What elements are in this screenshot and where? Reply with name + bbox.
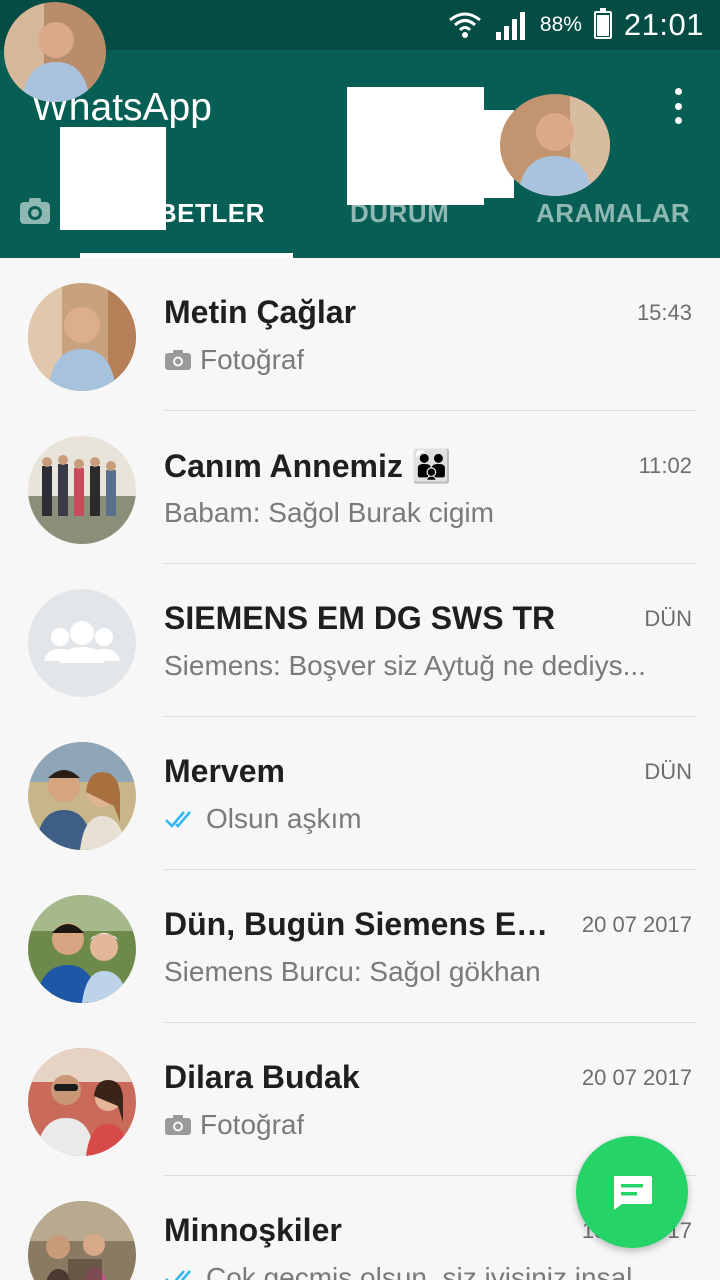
redaction-box — [60, 127, 166, 230]
chat-name: Canım Annemiz 👪 — [164, 448, 452, 484]
battery-icon — [593, 8, 612, 39]
chat-name: Metin Çağlar — [164, 294, 357, 330]
status-bar: 88% 21:01 — [0, 0, 720, 50]
double-check-icon — [165, 1270, 191, 1280]
avatar[interactable] — [28, 589, 136, 697]
chat-list: Metin Çağlar 15:43 Fotoğraf Canım Annemi… — [0, 258, 720, 1280]
double-check-icon — [165, 811, 191, 828]
chat-preview: Olsun aşkım — [164, 803, 684, 835]
chat-item[interactable]: Mervem DÜN Olsun aşkım — [0, 717, 720, 870]
chat-item[interactable]: Canım Annemiz 👪 11:02 Babam: Sağol Burak… — [0, 411, 720, 564]
chat-name: Dilara Budak — [164, 1059, 360, 1095]
avatar[interactable] — [28, 436, 136, 544]
chat-time: DÜN — [644, 759, 692, 784]
chat-preview-text: Çok geçmiş olsun, siz iyisiniz inşal... — [206, 1262, 656, 1280]
chat-preview-text: Olsun aşkım — [206, 803, 362, 834]
chat-preview: Siemens: Boşver siz Aytuğ ne dediys... — [164, 650, 684, 682]
chat-item[interactable]: Metin Çağlar 15:43 Fotoğraf — [0, 258, 720, 411]
new-chat-icon — [614, 1176, 652, 1210]
battery-percentage: 88% — [539, 13, 582, 36]
signal-icon — [495, 12, 525, 40]
chat-preview-text: Siemens: Boşver siz Aytuğ ne dediys... — [164, 650, 646, 681]
chat-preview: Çok geçmiş olsun, siz iyisiniz inşal... — [164, 1262, 684, 1280]
camera-icon[interactable] — [18, 194, 52, 228]
wifi-icon — [448, 12, 481, 38]
chat-preview: Fotoğraf — [164, 344, 684, 376]
clock: 21:01 — [623, 7, 704, 42]
camera-icon — [165, 1115, 191, 1135]
chat-item[interactable]: SIEMENS EM DG SWS TR DÜN Siemens: Boşver… — [0, 564, 720, 717]
profile-photo-overlay — [4, 2, 106, 102]
chat-preview: Siemens Burcu: Sağol gökhan — [164, 956, 684, 988]
new-chat-button[interactable] — [576, 1136, 688, 1248]
chat-time: 20 07 2017 — [581, 912, 692, 937]
avatar[interactable] — [28, 1201, 136, 1280]
avatar[interactable] — [28, 895, 136, 1003]
chat-preview: Fotoğraf — [164, 1109, 684, 1141]
chat-time: 20 07 2017 — [581, 1065, 692, 1090]
chat-preview-text: Siemens Burcu: Sağol gökhan — [164, 956, 541, 987]
tab-calls[interactable]: ARAMALAR — [536, 198, 690, 229]
redaction-box — [347, 87, 484, 205]
chat-preview-text: Babam: Sağol Burak cigim — [164, 497, 494, 528]
more-options-icon[interactable] — [670, 88, 686, 124]
profile-photo-overlay — [500, 94, 610, 196]
chat-preview-text: Fotoğraf — [200, 344, 305, 375]
chat-name: Minnoşkiler — [164, 1212, 342, 1248]
avatar[interactable] — [28, 742, 136, 850]
chat-name: SIEMENS EM DG SWS TR — [164, 600, 556, 636]
chat-time: 11:02 — [638, 453, 692, 478]
chat-time: 15:43 — [636, 300, 692, 325]
camera-icon — [165, 350, 191, 370]
avatar[interactable] — [28, 1048, 136, 1156]
avatar[interactable] — [28, 283, 136, 391]
chat-item[interactable]: Dün, Bugün Siemens EM... 20 07 2017 Siem… — [0, 870, 720, 1023]
chat-preview-text: Fotoğraf — [200, 1109, 305, 1140]
chat-time: DÜN — [644, 606, 692, 631]
chat-preview: Babam: Sağol Burak cigim — [164, 497, 684, 529]
chat-name: Dün, Bugün Siemens EM... — [164, 906, 559, 942]
chat-name: Mervem — [164, 753, 285, 789]
